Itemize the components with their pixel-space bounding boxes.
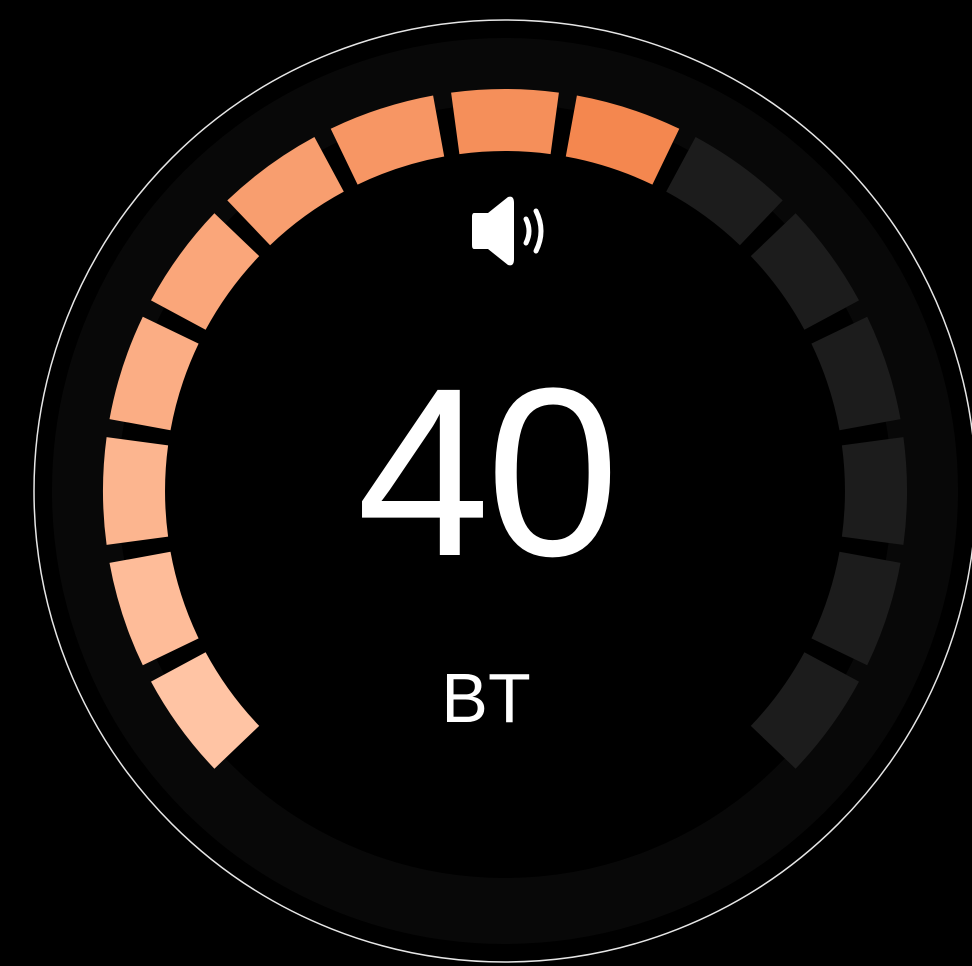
volume-value: 40 xyxy=(356,338,620,606)
output-label: BT xyxy=(441,659,531,737)
speaker-volume-icon xyxy=(472,196,544,266)
volume-segment-active[interactable] xyxy=(451,88,559,155)
